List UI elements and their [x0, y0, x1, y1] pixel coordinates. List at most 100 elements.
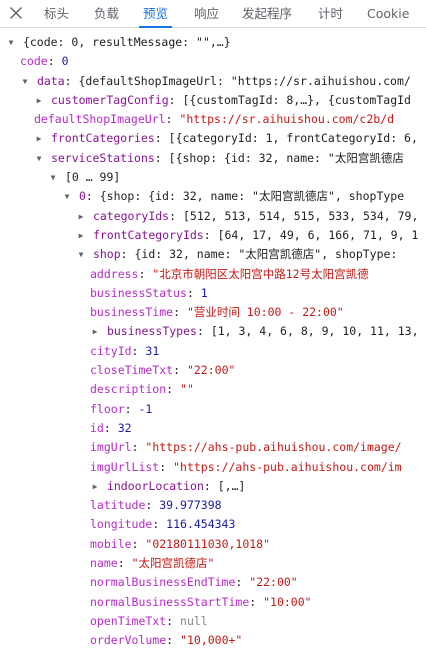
json-value: null: [180, 613, 208, 628]
json-key: description: [90, 382, 167, 397]
tree-row: normalBusinessStartTime: "10:00": [90, 594, 312, 609]
tree-row: address: "北京市朝阳区太阳宫中路12号太阳宫凯德: [90, 266, 369, 281]
tree-row: latitude: 39.977398: [90, 498, 222, 513]
json-value: "": [180, 382, 194, 397]
tree-row: name: "太阳宫凯德店": [90, 556, 215, 571]
json-preview: [{customTagId: 8,…}, {customTagId: [182, 92, 411, 107]
tree-row[interactable]: ▼ {code: 0, resultMessage: "",…}: [0, 33, 426, 52]
tree-row: code: 0: [20, 54, 69, 69]
tree-row[interactable]: ▼ shop: {id: 32, name: "太阳宫凯德店", shopTyp…: [0, 245, 426, 264]
json-key: data: [36, 73, 65, 88]
tree-row[interactable]: ▶ frontCategories: [{categoryId: 1, fron…: [0, 129, 426, 148]
json-preview: [{shop: {id: 32, name: "太阳宫凯德店: [168, 150, 404, 165]
json-value: "北京市朝阳区太阳宫中路12号太阳宫凯德: [152, 266, 369, 281]
tree-row[interactable]: ▶ categoryIds: [512, 513, 514, 515, 533,…: [0, 207, 426, 226]
tab-payload[interactable]: 负载: [94, 0, 119, 27]
json-key: shop: [92, 247, 121, 262]
tree-row: cityId: 31: [90, 343, 160, 358]
json-value: 0: [61, 54, 69, 69]
tree-row[interactable]: ▼ data: {defaultShopImageUrl: "https://s…: [0, 72, 426, 91]
json-value: 116.454343: [166, 517, 236, 532]
json-key: address: [90, 266, 139, 281]
json-key: name: [90, 556, 118, 571]
json-key: serviceStations: [50, 150, 155, 165]
array-range-label[interactable]: [0 … 99]: [65, 170, 120, 184]
collapsed-arrow-icon[interactable]: ▶: [90, 322, 100, 341]
json-key: businessTime: [90, 305, 174, 320]
expanded-arrow-icon[interactable]: ▼: [20, 72, 30, 91]
json-value: "https://ahs-pub.aihuishou.com/im: [173, 459, 402, 474]
tab-response[interactable]: 响应: [194, 0, 219, 27]
expanded-arrow-icon[interactable]: ▼: [76, 245, 86, 264]
json-value: -1: [138, 401, 153, 416]
tree-row[interactable]: ▼ 0: {shop: {id: 32, name: "太阳宫凯德店", sho…: [0, 187, 426, 206]
json-key: code: [20, 54, 48, 69]
tree-row[interactable]: ▶ frontCategoryIds: [64, 17, 49, 6, 166,…: [0, 226, 426, 245]
json-value: "22:00": [249, 575, 298, 590]
close-icon[interactable]: [7, 4, 25, 22]
json-key: latitude: [90, 498, 146, 513]
json-value: "太阳宫凯德店": [131, 556, 215, 571]
collapsed-arrow-icon[interactable]: ▶: [34, 91, 44, 110]
json-value: "https://ahs-pub.aihuishou.com/image/: [145, 440, 402, 455]
json-value: "https://sr.aihuishou.com/c2b/d: [179, 112, 395, 127]
json-value: 1: [200, 285, 208, 300]
tree-row[interactable]: ▼ serviceStations: [{shop: {id: 32, name…: [0, 149, 426, 168]
tree-row: description: "": [90, 382, 194, 397]
tree-row: floor: -1: [90, 401, 153, 416]
tree-row: orderVolume: "10,000+": [90, 633, 243, 648]
json-key: longitude: [90, 517, 153, 532]
json-key: businessTypes: [106, 324, 197, 339]
expanded-arrow-icon[interactable]: ▼: [62, 187, 72, 206]
json-preview: {id: 32, name: "太阳宫凯德店", shopType:: [134, 247, 398, 262]
json-key: frontCategories: [50, 131, 155, 146]
json-value: "营业时间 10:00 - 22:00": [186, 305, 344, 320]
json-preview: {code: 0, resultMessage: "",…}: [22, 35, 231, 49]
json-key: imgUrl: [90, 440, 132, 455]
tab-timing[interactable]: 计时: [318, 0, 343, 27]
tab-cookies[interactable]: Cookie: [367, 0, 409, 27]
json-key: orderVolume: [90, 633, 167, 648]
expanded-arrow-icon[interactable]: ▼: [48, 168, 58, 187]
tree-row: id: 32: [90, 420, 132, 435]
json-value: 32: [117, 420, 132, 435]
json-key: closeTimeTxt: [90, 363, 174, 378]
json-value: "02180111030,1018": [145, 536, 271, 551]
json-key: businessStatus: [90, 285, 187, 300]
tree-row[interactable]: ▶ customerTagConfig: [{customTagId: 8,…}…: [0, 91, 426, 110]
json-key: cityId: [90, 343, 132, 358]
json-key: indoorLocation: [106, 478, 204, 493]
json-value: "10,000+": [180, 633, 243, 648]
json-key: openTimeTxt: [90, 613, 167, 628]
collapsed-arrow-icon[interactable]: ▶: [76, 226, 86, 245]
tab-headers[interactable]: 标头: [44, 0, 69, 27]
tab-preview[interactable]: 预览: [138, 0, 173, 28]
tree-row: imgUrlList: "https://ahs-pub.aihuishou.c…: [90, 459, 402, 474]
tree-row[interactable]: ▶ indoorLocation: [,…]: [0, 477, 426, 496]
tab-initiator[interactable]: 发起程序: [242, 0, 292, 27]
json-preview: [{categoryId: 1, frontCategoryId: 6,: [168, 131, 418, 146]
json-preview: [,…]: [217, 478, 246, 493]
collapsed-arrow-icon[interactable]: ▶: [90, 477, 100, 496]
tree-row[interactable]: ▼ [0 … 99]: [0, 168, 426, 187]
json-value: "22:00": [186, 363, 236, 378]
collapsed-arrow-icon[interactable]: ▶: [76, 207, 86, 226]
tree-row: businessTime: "营业时间 10:00 - 22:00": [90, 305, 344, 320]
tree-row[interactable]: ▶ businessTypes: [1, 3, 4, 6, 8, 9, 10, …: [0, 322, 426, 341]
tree-row: imgUrl: "https://ahs-pub.aihuishou.com/i…: [90, 440, 402, 455]
json-key: frontCategoryIds: [92, 227, 204, 242]
json-preview: [1, 3, 4, 6, 8, 9, 10, 11, 13,: [210, 324, 419, 339]
json-key: customerTagConfig: [50, 92, 169, 107]
json-key: imgUrlList: [90, 459, 160, 474]
expanded-arrow-icon[interactable]: ▼: [6, 33, 16, 52]
tree-row: longitude: 116.454343: [90, 517, 236, 532]
json-key: mobile: [90, 536, 132, 551]
tree-row: mobile: "02180111030,1018": [90, 536, 271, 551]
collapsed-arrow-icon[interactable]: ▶: [34, 129, 44, 148]
json-value: 39.977398: [159, 498, 222, 513]
json-preview: [512, 513, 514, 515, 533, 534, 79,: [182, 208, 419, 223]
json-preview: [64, 17, 49, 6, 166, 71, 9, 1: [217, 227, 419, 242]
json-preview: {defaultShopImageUrl: "https://sr.aihuis…: [78, 73, 411, 88]
expanded-arrow-icon[interactable]: ▼: [34, 149, 44, 168]
json-value: 31: [145, 343, 160, 358]
